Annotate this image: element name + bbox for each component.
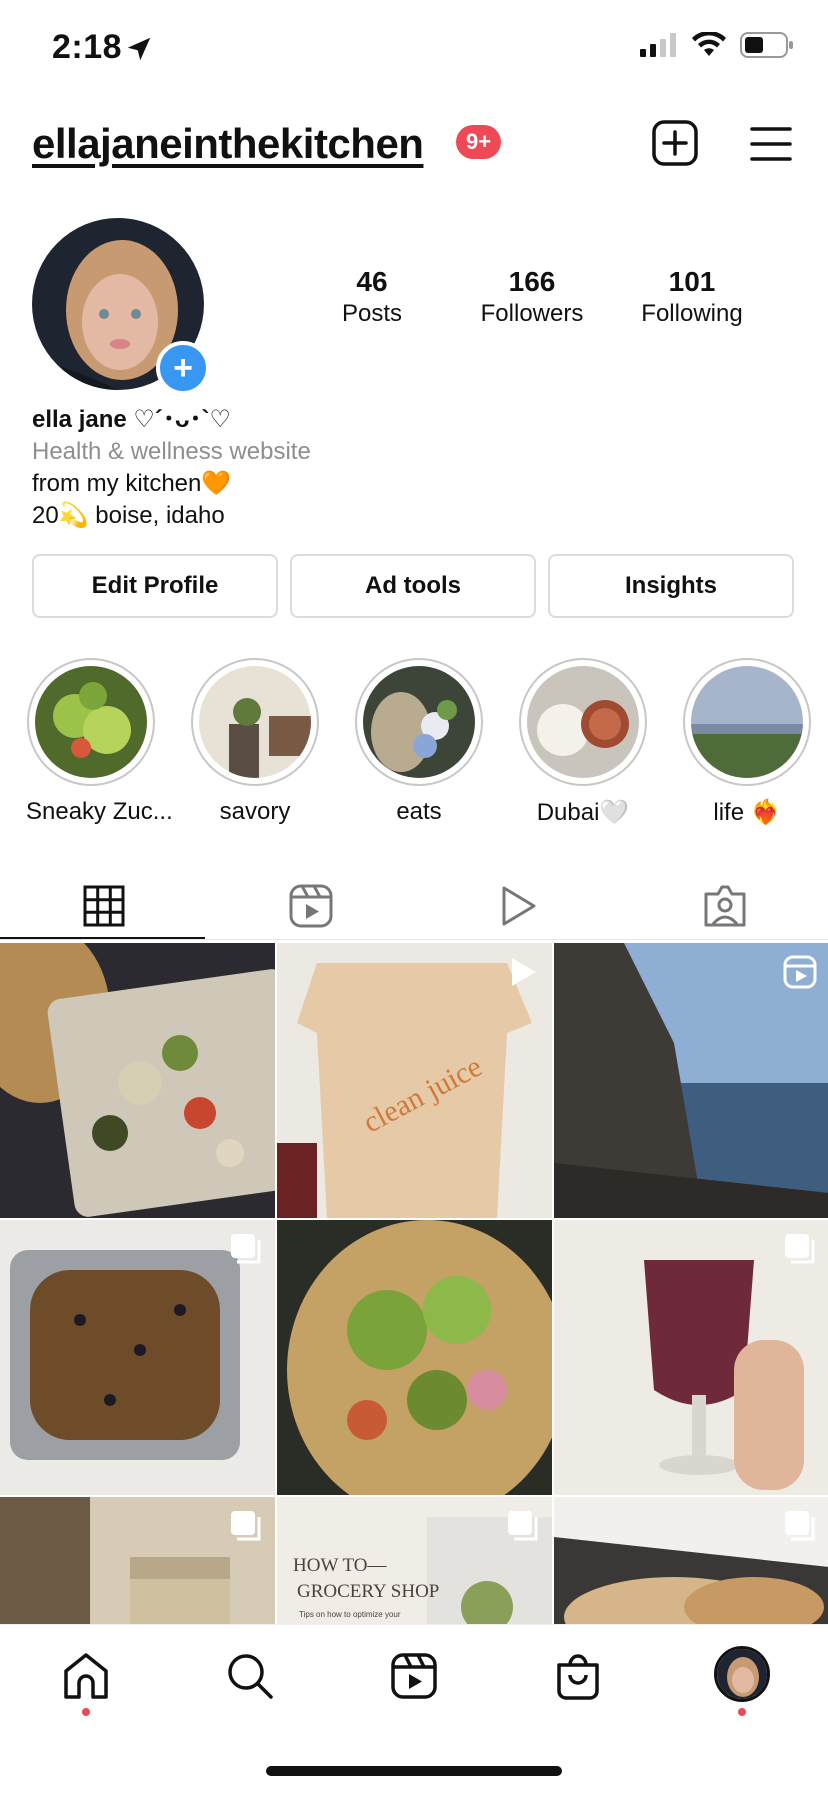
highlight-image: [363, 666, 475, 778]
highlight-ring: [519, 658, 647, 786]
tagged-icon: [704, 885, 745, 927]
reels-icon: [391, 1653, 437, 1699]
bio-line-2: 20💫 boise, idaho: [32, 502, 225, 529]
post-title-line-2: GROCERY SHOP: [297, 1581, 439, 1602]
post-thumbnail[interactable]: [277, 1220, 552, 1495]
stat-followers-value: 166: [508, 266, 556, 297]
status-time: 2:18: [52, 28, 123, 66]
nav-shop[interactable]: [550, 1648, 606, 1704]
post-thumbnail[interactable]: clean juice: [277, 943, 552, 1218]
reels-icon: [289, 884, 332, 928]
stat-followers[interactable]: 166 Followers: [462, 266, 602, 328]
tab-grid[interactable]: [0, 872, 207, 940]
edit-profile-button[interactable]: Edit Profile: [32, 554, 278, 618]
bio-line-1: from my kitchen🧡: [32, 470, 232, 497]
highlight-label: life ❤️‍🔥: [713, 799, 781, 826]
home-icon: [64, 1653, 108, 1699]
highlight-eats[interactable]: eats: [354, 658, 484, 826]
nav-search[interactable]: [222, 1648, 278, 1704]
search-icon: [228, 1654, 273, 1699]
reels-badge-icon: [783, 955, 817, 989]
post-thumbnail[interactable]: [0, 1497, 275, 1624]
carousel-badge-icon: [231, 1511, 261, 1541]
grid-icon: [83, 885, 124, 927]
nav-home[interactable]: [58, 1648, 114, 1704]
highlight-label: eats: [396, 798, 442, 825]
profile-display-name: ella jane ♡´･ᴗ･`♡: [32, 406, 232, 433]
post-thumbnail[interactable]: [554, 943, 828, 1218]
carousel-badge-icon: [231, 1234, 261, 1264]
nav-reels[interactable]: [386, 1648, 442, 1704]
signal-icon: [640, 33, 676, 57]
highlight-image: [199, 666, 311, 778]
highlight-ring: [27, 658, 155, 786]
tab-tagged[interactable]: [621, 872, 828, 940]
highlight-label: savory: [219, 798, 291, 825]
post-thumbnail[interactable]: HOW TO— GROCERY SHOP Tips on how to opti…: [277, 1497, 552, 1624]
highlight-image: [527, 666, 639, 778]
carousel-badge-icon: [785, 1511, 815, 1541]
add-story-button[interactable]: +: [156, 341, 210, 395]
stat-posts[interactable]: 46 Posts: [302, 266, 442, 328]
play-icon: [502, 886, 535, 926]
stat-following[interactable]: 101 Following: [622, 266, 762, 328]
carousel-badge-icon: [785, 1234, 815, 1264]
create-post-icon[interactable]: [652, 120, 698, 166]
menu-icon[interactable]: [750, 126, 792, 162]
highlight-dubai[interactable]: Dubai🤍: [518, 658, 648, 827]
highlight-image: [691, 666, 803, 778]
profile-category: Health & wellness website: [32, 438, 311, 465]
highlight-ring: [191, 658, 319, 786]
carousel-badge-icon: [508, 1511, 538, 1541]
post-thumbnail[interactable]: [0, 1220, 275, 1495]
highlight-ring: [355, 658, 483, 786]
highlight-ring: [683, 658, 811, 786]
stat-posts-label: Posts: [341, 300, 403, 327]
highlight-sneaky-zucchini[interactable]: Sneaky Zuc...: [26, 658, 173, 826]
post-thumbnail[interactable]: [554, 1497, 828, 1624]
tab-reels[interactable]: [207, 872, 414, 940]
profile-activity-dot: [738, 1708, 746, 1716]
shop-icon: [557, 1654, 599, 1700]
stat-following-value: 101: [668, 266, 716, 297]
profile-username[interactable]: ellajaneinthekitchen: [32, 120, 424, 168]
status-indicators: [640, 32, 794, 58]
highlight-life[interactable]: life ❤️‍🔥: [682, 658, 812, 827]
tab-videos[interactable]: [414, 872, 621, 940]
post-subtitle: Tips on how to optimize your: [299, 1610, 401, 1619]
battery-icon: [740, 32, 793, 58]
stat-posts-value: 46: [356, 266, 388, 297]
home-indicator: [266, 1766, 562, 1776]
highlight-label: Sneaky Zuc...: [26, 798, 173, 825]
home-activity-dot: [82, 1708, 90, 1716]
highlight-savory[interactable]: savory: [190, 658, 320, 826]
nav-profile-avatar[interactable]: [714, 1646, 770, 1702]
profile-bio: ella jane ♡´･ᴗ･`♡ Health & wellness webs…: [32, 404, 311, 532]
location-arrow-icon: [127, 37, 151, 61]
wifi-icon: [692, 32, 726, 56]
post-thumbnail[interactable]: [554, 1220, 828, 1495]
notification-badge[interactable]: 9+: [456, 125, 502, 159]
stat-followers-label: Followers: [480, 300, 584, 327]
ad-tools-button[interactable]: Ad tools: [290, 554, 536, 618]
post-title-line-1: HOW TO—: [293, 1555, 387, 1576]
video-badge-icon: [512, 958, 536, 986]
insights-button[interactable]: Insights: [548, 554, 794, 618]
stat-following-label: Following: [641, 300, 743, 327]
tab-divider: [0, 939, 828, 940]
highlight-label: Dubai🤍: [536, 799, 630, 826]
post-thumbnail[interactable]: [0, 943, 275, 1218]
highlight-image: [35, 666, 147, 778]
